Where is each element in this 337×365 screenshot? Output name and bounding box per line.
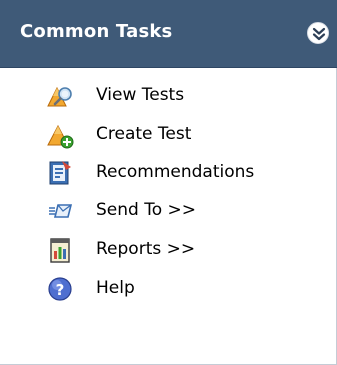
help-icon: ? (48, 277, 72, 301)
task-label: Reports >> (96, 239, 196, 259)
task-help[interactable]: ? Help (0, 271, 337, 307)
double-chevron-down-icon (312, 27, 326, 41)
create-test-icon (47, 124, 74, 149)
task-label: Recommendations (96, 162, 255, 182)
task-label: Create Test (96, 124, 192, 144)
view-tests-icon (47, 86, 72, 107)
task-label: Send To >> (96, 200, 197, 220)
reports-icon (50, 238, 70, 263)
panel-title: Common Tasks (20, 21, 173, 42)
panel-header: Common Tasks (0, 0, 337, 68)
task-label: Help (96, 278, 135, 298)
task-view-tests[interactable]: View Tests (0, 78, 337, 114)
task-label: View Tests (96, 85, 185, 105)
task-send-to[interactable]: Send To >> (0, 193, 337, 229)
send-to-icon (49, 204, 73, 218)
task-create-test[interactable]: Create Test (0, 117, 337, 153)
recommendations-icon (49, 161, 71, 185)
collapse-button[interactable] (307, 22, 329, 44)
task-recommendations[interactable]: Recommendations (0, 155, 337, 191)
svg-text:?: ? (56, 281, 65, 299)
task-reports[interactable]: Reports >> (0, 232, 337, 268)
common-tasks-panel: Common Tasks View Tests Create Test Reco… (0, 0, 337, 365)
